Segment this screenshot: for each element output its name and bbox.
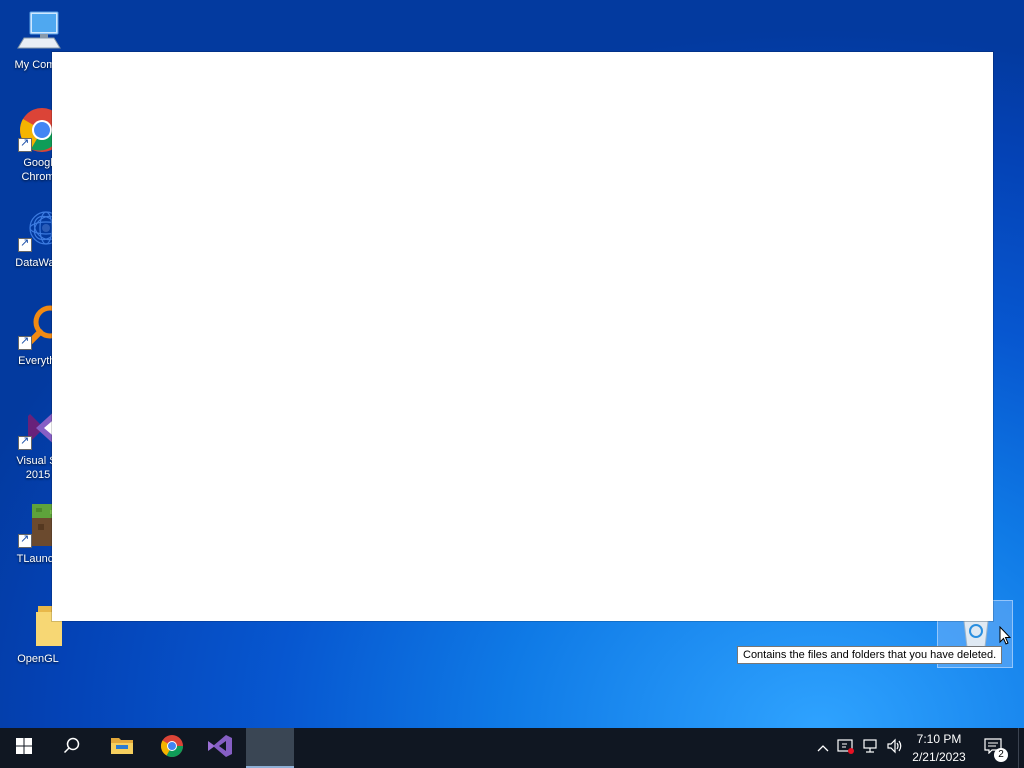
shortcut-arrow-icon bbox=[18, 334, 32, 350]
shortcut-arrow-icon bbox=[18, 434, 32, 450]
taskbar-chrome[interactable] bbox=[148, 728, 196, 768]
notification-icon: 2 bbox=[984, 737, 1008, 762]
start-button[interactable] bbox=[0, 728, 48, 768]
search-button[interactable] bbox=[48, 728, 96, 768]
shortcut-arrow-icon bbox=[18, 532, 32, 548]
show-desktop-button[interactable] bbox=[1018, 728, 1024, 768]
taskbar-active-window[interactable] bbox=[246, 728, 294, 768]
desktop[interactable]: My Comp Googl Chrom bbox=[0, 0, 1024, 728]
folder-icon bbox=[110, 736, 134, 761]
tray-security-icon-button[interactable] bbox=[836, 728, 856, 768]
shortcut-arrow-icon bbox=[18, 236, 32, 252]
desktop-icon-label: OpenGL bbox=[17, 653, 59, 665]
chrome-icon bbox=[160, 734, 184, 763]
recycle-bin-tooltip: Contains the files and folders that you … bbox=[737, 646, 1003, 664]
taskbar-clock[interactable]: 7:10 PM 2/21/2023 bbox=[905, 730, 973, 766]
notification-count-badge: 2 bbox=[994, 747, 1008, 762]
clock-date: 2/21/2023 bbox=[912, 750, 966, 764]
chevron-up-icon bbox=[817, 739, 829, 757]
tray-network-button[interactable] bbox=[860, 728, 882, 768]
visual-studio-icon bbox=[207, 734, 233, 763]
search-icon bbox=[63, 737, 81, 760]
action-center-button[interactable]: 2 bbox=[982, 728, 1008, 768]
network-icon bbox=[862, 738, 880, 759]
shield-alert-icon bbox=[837, 738, 855, 759]
shortcut-arrow-icon bbox=[18, 136, 32, 152]
tray-volume-button[interactable] bbox=[884, 728, 906, 768]
taskbar-visual-studio[interactable] bbox=[196, 728, 244, 768]
windows-start-icon bbox=[16, 737, 32, 759]
taskbar: 7:10 PM 2/21/2023 2 bbox=[0, 728, 1024, 768]
show-hidden-icons-button[interactable] bbox=[814, 728, 832, 768]
mouse-cursor-icon bbox=[999, 625, 1012, 651]
taskbar-file-explorer[interactable] bbox=[98, 728, 146, 768]
speaker-icon bbox=[886, 738, 904, 759]
clock-time: 7:10 PM bbox=[916, 732, 962, 746]
computer-icon bbox=[14, 8, 62, 56]
blank-app-window[interactable] bbox=[52, 52, 993, 621]
